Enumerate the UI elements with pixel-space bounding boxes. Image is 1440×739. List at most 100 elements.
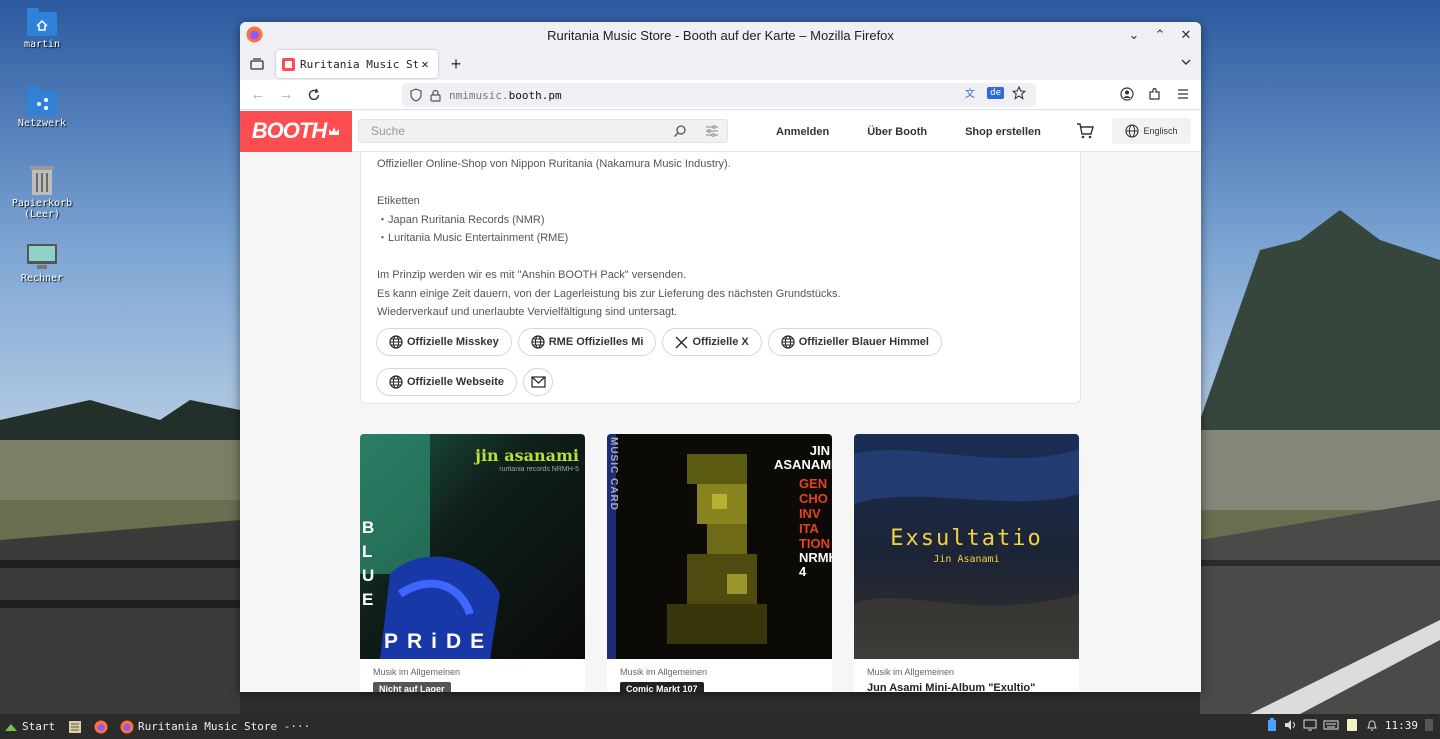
mail-icon <box>530 376 546 388</box>
product-category: Musik im Allgemeinen <box>620 667 708 677</box>
globe-icon <box>781 335 795 349</box>
close-window-button[interactable]: ✕ <box>1177 26 1195 44</box>
battery-icon[interactable] <box>1267 718 1277 732</box>
link-label: Offizielle X <box>692 336 749 348</box>
product-card[interactable]: jin asanami ruritania records NRMH-5 BLU… <box>360 434 585 692</box>
extensions-button[interactable] <box>1145 84 1165 104</box>
tab-ruritania[interactable]: Ruritania Music Store ✕ <box>276 50 438 78</box>
search-placeholder: Suche <box>371 124 406 138</box>
lock-icon[interactable] <box>430 89 441 102</box>
globe-icon <box>389 375 403 389</box>
globe-icon <box>1125 124 1140 138</box>
cart-icon[interactable] <box>1076 122 1094 140</box>
product-title[interactable]: Jun Asami Mini-Album "Exultio" <box>867 682 1035 692</box>
booth-logo-text: BOOTH <box>251 118 327 143</box>
url-bar[interactable]: nmimusic. booth.pm 文 de <box>402 83 1036 107</box>
desktop-icon-label: Rechner <box>20 273 64 284</box>
about-booth-link[interactable]: Über Booth <box>867 126 927 138</box>
computer-icon <box>27 244 57 269</box>
url-host: booth.pm <box>508 88 562 102</box>
product-category: Musik im Allgemeinen <box>373 667 461 677</box>
tab-overview-button[interactable] <box>242 50 272 78</box>
description-line: ・Japan Ruritania Records (NMR) <box>377 213 545 226</box>
desktop-icon-network[interactable]: Netzwerk <box>7 87 77 129</box>
language-button[interactable]: Englisch <box>1112 118 1191 144</box>
reload-button[interactable] <box>300 81 328 109</box>
desktop-icon-trash[interactable]: Papierkorb (Leer) <box>7 165 77 220</box>
window-titlebar[interactable]: Ruritania Music Store - Booth auf der Ka… <box>240 22 1201 48</box>
notification-bell-icon[interactable] <box>1365 718 1379 732</box>
description-line: ・Luritania Music Entertainment (RME) <box>377 232 569 244</box>
product-card[interactable]: Exsultatio Jin Asanami Musik im Allgemei… <box>854 434 1079 692</box>
file-manager-icon <box>69 720 81 733</box>
trash-icon <box>30 166 54 195</box>
taskbar: Start Ruritania Music Store -··· 11:39 <box>0 714 1440 739</box>
product-image[interactable]: Exsultatio Jin Asanami <box>854 434 1079 659</box>
rme-official-mi-link[interactable]: RME Offizielles Mi <box>517 328 657 356</box>
cover-bottom-text: PRiDE <box>384 630 494 653</box>
system-tray: 11:39 <box>1267 718 1434 732</box>
official-x-link[interactable]: Offizielle X <box>662 328 762 356</box>
minimize-button[interactable]: ⌄ <box>1125 26 1143 44</box>
cover-artist: JIN ASANAMI <box>774 443 832 472</box>
cover-line: CHO <box>798 491 828 506</box>
filter-icon[interactable] <box>705 124 719 138</box>
firefox-window: Ruritania Music Store - Booth auf der Ka… <box>240 22 1201 692</box>
cover-line: TION <box>798 536 830 551</box>
product-image[interactable]: jin asanami ruritania records NRMH-5 BLU… <box>360 434 585 659</box>
file-manager-launcher[interactable] <box>68 720 82 734</box>
folder-home-icon <box>27 8 57 36</box>
clipboard-icon[interactable] <box>1345 718 1359 732</box>
web-page: BOOTH Suche Anmelden Über Booth Shop ers… <box>240 111 1201 692</box>
official-misskey-link[interactable]: Offizielle Misskey <box>376 328 512 356</box>
window-title: Ruritania Music Store - Booth auf der Ka… <box>547 27 894 43</box>
firefox-launcher[interactable] <box>94 720 108 734</box>
show-desktop-icon[interactable] <box>1424 718 1434 732</box>
search-input[interactable]: Suche <box>358 119 728 143</box>
cover-title: jin asanami <box>475 446 579 465</box>
login-link[interactable]: Anmelden <box>776 126 829 138</box>
start-button[interactable]: Start <box>0 720 66 733</box>
translate-lang-badge[interactable]: de <box>987 87 1004 99</box>
maximize-button[interactable]: ⌃ <box>1151 26 1169 44</box>
shop-links: Offizielle Misskey RME Offizielles Mi Of… <box>376 328 976 396</box>
hamburger-icon <box>1178 89 1188 99</box>
official-website-link[interactable]: Offizielle Webseite <box>376 368 517 396</box>
search-icon[interactable] <box>673 124 687 138</box>
booth-logo[interactable]: BOOTH <box>240 111 352 152</box>
create-shop-link[interactable]: Shop erstellen <box>965 126 1041 138</box>
keyboard-icon[interactable] <box>1323 719 1339 731</box>
description-line: Es kann einige Zeit dauern, von der Lage… <box>377 287 841 300</box>
shop-description: Offizieller Online-Shop von Nippon Rurit… <box>377 155 841 322</box>
desktop-icon-label: Papierkorb (Leer) <box>11 198 73 220</box>
desktop-icon-label: Netzwerk <box>17 118 67 129</box>
account-button[interactable] <box>1117 84 1137 104</box>
product-card[interactable]: MUSIC CARD JIN ASANAMI GEN CHO INV ITA T… <box>607 434 832 692</box>
shield-icon[interactable] <box>410 88 422 102</box>
list-all-tabs-icon[interactable] <box>1179 55 1193 69</box>
mail-link[interactable] <box>523 368 553 396</box>
description-line: Offizieller Online-Shop von Nippon Rurit… <box>377 158 731 170</box>
globe-icon <box>531 335 545 349</box>
desktop-icon-home[interactable]: martin <box>7 8 77 50</box>
taskbar-window-firefox[interactable]: Ruritania Music Store -··· <box>120 720 310 734</box>
close-tab-icon[interactable]: ✕ <box>418 57 432 71</box>
desktop-icon-computer[interactable]: Rechner <box>7 244 77 284</box>
tab-overview-icon <box>250 58 264 70</box>
globe-icon <box>389 335 403 349</box>
link-label: Offizieller Blauer Himmel <box>798 336 929 348</box>
product-image[interactable]: MUSIC CARD JIN ASANAMI GEN CHO INV ITA T… <box>607 434 832 659</box>
back-button[interactable]: ← <box>244 81 272 109</box>
bookmark-star-icon[interactable] <box>1012 86 1026 100</box>
folder-network-icon <box>27 87 57 115</box>
menu-button[interactable] <box>1173 84 1193 104</box>
translate-icon[interactable]: 文 <box>965 86 979 100</box>
network-icon[interactable] <box>1303 718 1317 732</box>
clock[interactable]: 11:39 <box>1385 719 1418 732</box>
volume-icon[interactable] <box>1283 718 1297 732</box>
account-icon <box>1120 87 1134 101</box>
forward-button[interactable]: → <box>272 81 300 109</box>
svg-text:文: 文 <box>965 87 975 100</box>
official-bluesky-link[interactable]: Offizieller Blauer Himmel <box>767 328 942 356</box>
new-tab-button[interactable]: + <box>442 50 470 78</box>
